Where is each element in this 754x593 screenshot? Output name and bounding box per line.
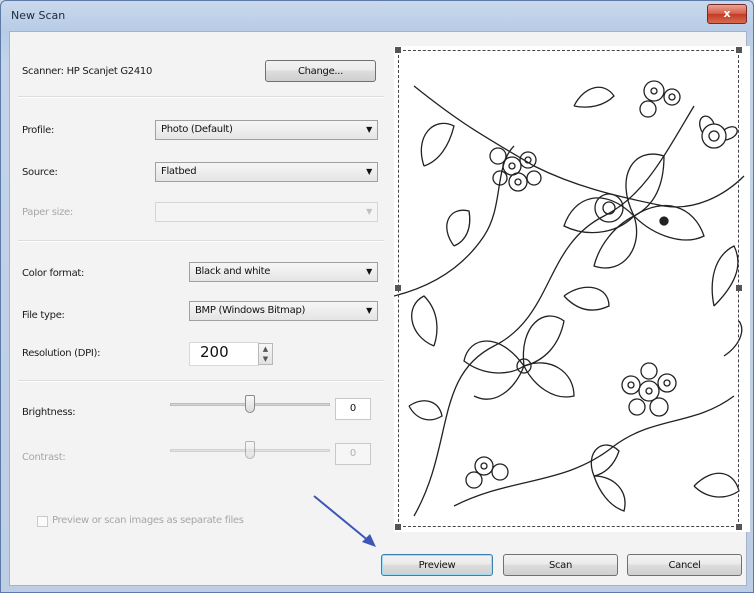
window-title: New Scan (11, 9, 66, 22)
file-type-label: File type: (22, 310, 65, 321)
brightness-slider-thumb[interactable] (245, 395, 255, 413)
color-format-value: Black and white (195, 266, 271, 277)
chevron-down-icon: ▼ (366, 207, 372, 216)
chevron-down-icon: ▼ (366, 267, 372, 276)
brightness-value[interactable]: 0 (335, 398, 371, 420)
chevron-down-icon: ▼ (366, 306, 372, 315)
file-type-value: BMP (Windows Bitmap) (195, 305, 306, 316)
divider (18, 380, 384, 382)
paper-size-select: ▼ (155, 202, 378, 222)
profile-value: Photo (Default) (161, 124, 233, 135)
divider (18, 240, 384, 242)
scan-button[interactable]: Scan (503, 554, 618, 576)
close-button[interactable]: x (707, 4, 747, 24)
resize-handle[interactable] (395, 47, 401, 53)
resolution-label: Resolution (DPI): (22, 348, 101, 359)
contrast-value: 0 (335, 443, 371, 465)
profile-label: Profile: (22, 125, 55, 136)
divider (18, 96, 384, 98)
scanner-label: Scanner: HP Scanjet G2410 (22, 66, 153, 77)
resize-handle[interactable] (736, 524, 742, 530)
resolution-spinner[interactable]: ▲ ▼ (258, 343, 273, 365)
contrast-label: Contrast: (22, 452, 66, 463)
resize-handle[interactable] (736, 47, 742, 53)
title-bar: New Scan x (1, 1, 753, 31)
resolution-value: 200 (200, 343, 229, 361)
resize-handle[interactable] (395, 285, 401, 291)
change-scanner-button[interactable]: Change... (265, 60, 376, 82)
color-format-select[interactable]: Black and white ▼ (189, 262, 378, 282)
separate-files-checkbox[interactable] (37, 516, 48, 527)
source-value: Flatbed (161, 166, 197, 177)
paper-size-label: Paper size: (22, 207, 73, 218)
color-format-label: Color format: (22, 268, 85, 279)
source-label: Source: (22, 167, 58, 178)
scan-region-frame[interactable] (398, 50, 739, 527)
resize-handle[interactable] (736, 285, 742, 291)
chevron-down-icon: ▼ (366, 125, 372, 134)
cancel-button[interactable]: Cancel (627, 554, 742, 576)
profile-select[interactable]: Photo (Default) ▼ (155, 120, 378, 140)
source-select[interactable]: Flatbed ▼ (155, 162, 378, 182)
brightness-label: Brightness: (22, 407, 76, 418)
file-type-select[interactable]: BMP (Windows Bitmap) ▼ (189, 301, 378, 321)
preview-button[interactable]: Preview (381, 554, 493, 576)
arrow-annotation-icon (313, 495, 376, 547)
resize-handle[interactable] (395, 524, 401, 530)
contrast-slider-thumb (245, 441, 255, 459)
chevron-down-icon: ▼ (366, 167, 372, 176)
separate-files-label: Preview or scan images as separate files (52, 515, 244, 526)
